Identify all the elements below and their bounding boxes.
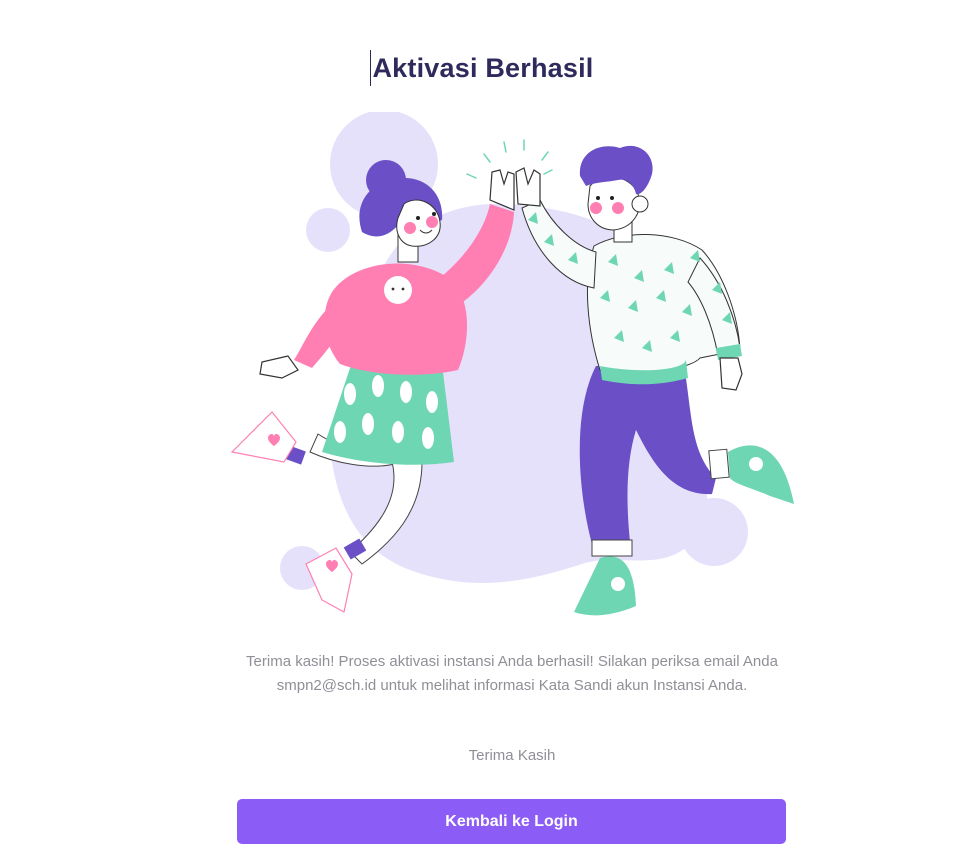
activation-success-page: Aktivasi Berhasil Terima kasih! Proses a… [0, 0, 964, 851]
title-container: Aktivasi Berhasil [0, 50, 964, 86]
page-title: Aktivasi Berhasil [370, 50, 593, 86]
high-five-illustration [230, 112, 794, 616]
closing-text: Terima Kasih [468, 747, 556, 764]
back-to-login-button[interactable]: Kembali ke Login [237, 799, 786, 844]
activation-message: Terima kasih! Proses aktivasi instansi A… [246, 653, 778, 694]
